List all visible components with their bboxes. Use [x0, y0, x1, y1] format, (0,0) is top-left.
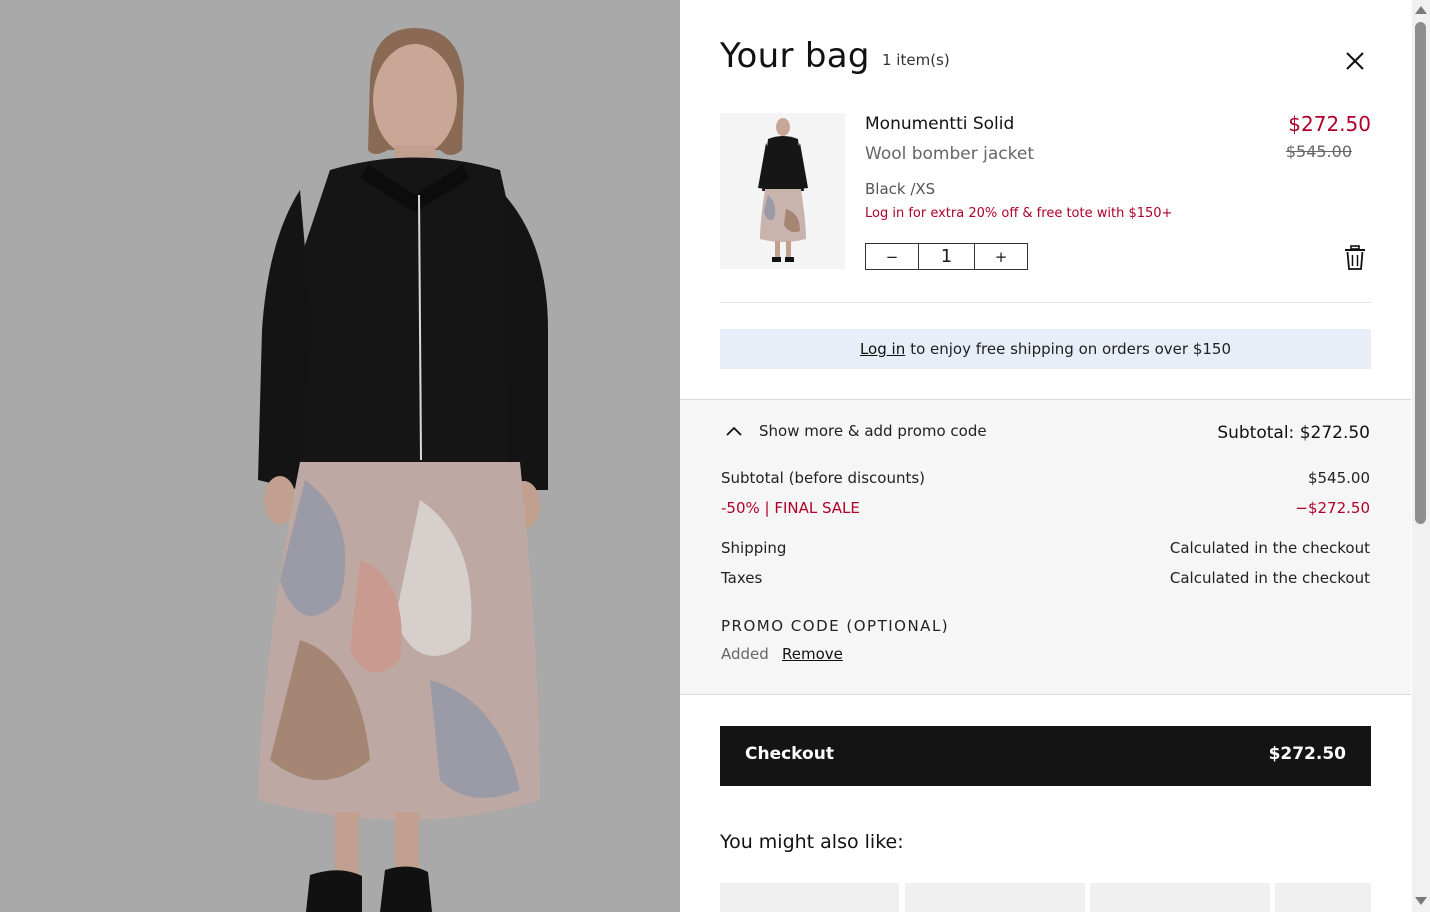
summary-row-label: Shipping [721, 539, 787, 557]
checkout-amount: $272.50 [1268, 744, 1346, 764]
chevron-up-icon [726, 426, 742, 436]
product-subtitle: Wool bomber jacket [865, 144, 1034, 164]
recommendations-title: You might also like: [720, 831, 904, 853]
recommendation-card[interactable] [905, 883, 1085, 912]
order-summary: Show more & add promo code Subtotal: $27… [680, 399, 1411, 695]
bag-title: Your bag [720, 36, 870, 76]
promo-code-status: Added [721, 645, 769, 663]
summary-row-taxes: Taxes Calculated in the checkout [721, 569, 1370, 587]
summary-row-value: Calculated in the checkout [1169, 539, 1370, 557]
bag-item-count: 1 item(s) [882, 51, 950, 69]
scroll-up-arrow-icon[interactable] [1415, 6, 1427, 14]
free-shipping-banner: Log in to enjoy free shipping on orders … [720, 329, 1371, 369]
quantity-decrease-button[interactable]: − [866, 244, 918, 269]
show-more-label: Show more & add promo code [759, 422, 987, 440]
model-illustration [0, 0, 680, 912]
login-link[interactable]: Log in [860, 340, 905, 358]
scroll-down-arrow-icon[interactable] [1415, 897, 1427, 905]
close-icon [1346, 52, 1364, 70]
promo-code-label: PROMO CODE (OPTIONAL) [721, 617, 950, 635]
product-variant: Black /XS [865, 180, 936, 198]
free-shipping-text: to enjoy free shipping on orders over $1… [910, 340, 1232, 358]
product-thumbnail-image [720, 113, 845, 269]
summary-row-value: −$272.50 [1295, 499, 1370, 517]
product-name[interactable]: Monumentti Solid [865, 114, 1014, 134]
close-button[interactable] [1342, 48, 1368, 74]
trash-icon [1345, 245, 1365, 270]
product-thumbnail[interactable] [720, 113, 845, 269]
quantity-stepper: − 1 + [865, 243, 1028, 270]
summary-row-discount: -50% | FINAL SALE −$272.50 [721, 499, 1370, 517]
promo-remove-link[interactable]: Remove [782, 645, 843, 663]
summary-row-label: Taxes [721, 569, 763, 587]
product-original-price: $545.00 [1285, 142, 1352, 161]
summary-row-label: -50% | FINAL SALE [721, 499, 860, 517]
checkout-button[interactable]: Checkout $272.50 [720, 726, 1371, 786]
checkout-label: Checkout [745, 744, 834, 764]
product-image-backdrop [0, 0, 680, 912]
remove-item-button[interactable] [1343, 245, 1367, 271]
summary-row-value: Calculated in the checkout [1169, 569, 1370, 587]
product-promo-message: Log in for extra 20% off & free tote wit… [865, 206, 1173, 221]
product-sale-price: $272.50 [1288, 112, 1371, 136]
recommendation-card[interactable] [1275, 883, 1371, 912]
vertical-scrollbar[interactable] [1412, 0, 1430, 912]
summary-row-shipping: Shipping Calculated in the checkout [721, 539, 1370, 557]
show-more-toggle[interactable]: Show more & add promo code [725, 422, 987, 440]
quantity-value[interactable]: 1 [918, 244, 975, 269]
summary-row-subtotal-before: Subtotal (before discounts) $545.00 [721, 469, 1370, 487]
recommendation-card[interactable] [720, 883, 899, 912]
summary-row-value: $545.00 [1307, 469, 1370, 487]
quantity-increase-button[interactable]: + [975, 244, 1027, 269]
scroll-thumb[interactable] [1415, 22, 1426, 524]
summary-subtotal: Subtotal: $272.50 [1217, 423, 1370, 443]
divider [720, 302, 1371, 303]
recommendation-card[interactable] [1090, 883, 1270, 912]
bag-drawer: Your bag 1 item(s) Monumentti Solid Wool… [680, 0, 1412, 912]
summary-row-label: Subtotal (before discounts) [721, 469, 926, 487]
